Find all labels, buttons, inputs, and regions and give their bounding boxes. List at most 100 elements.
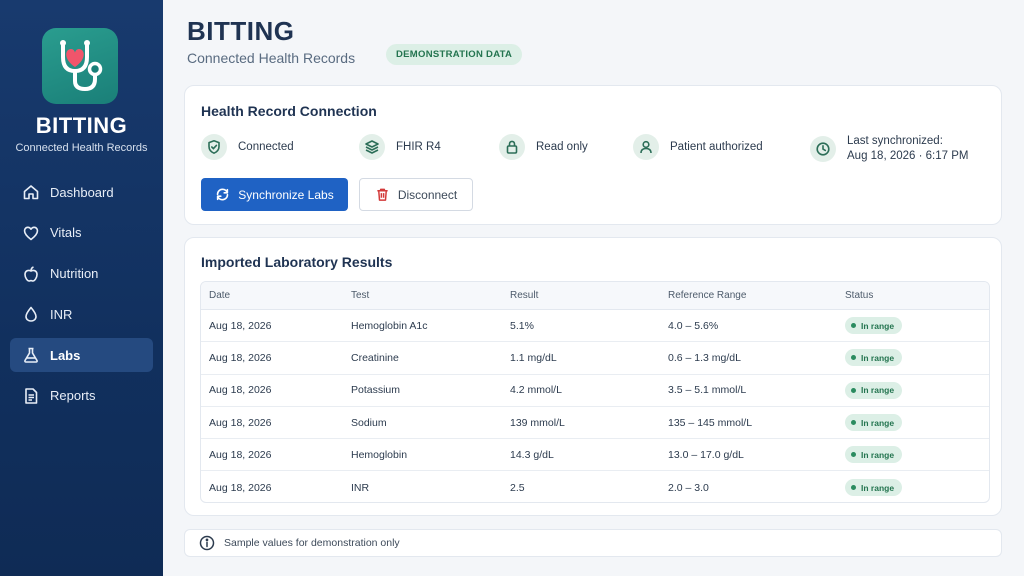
lock-icon: [499, 134, 525, 160]
status-read-only: Read only: [499, 134, 588, 160]
cell-date: Aug 18, 2026: [209, 448, 272, 461]
apple-icon: [22, 265, 40, 283]
cell-reference-range: 13.0 – 17.0 g/dL: [668, 448, 744, 461]
column-header-reference-range: Reference Range: [668, 290, 747, 301]
table-row: Aug 18, 2026 Creatinine 1.1 mg/dL 0.6 – …: [201, 342, 989, 375]
table-row: Aug 18, 2026 Sodium 139 mmol/L 135 – 145…: [201, 407, 989, 440]
status-fhir: FHIR R4: [359, 134, 441, 160]
status-badge: In range: [845, 414, 903, 432]
page-title: BITTING: [187, 16, 295, 46]
cell-result: 4.2 mmol/L: [510, 384, 562, 397]
connection-card-title: Health Record Connection: [201, 103, 377, 119]
sidebar-item-label: Vitals: [50, 225, 82, 241]
brand-name: BITTING: [35, 113, 128, 138]
sidebar-item-label: INR: [50, 306, 73, 322]
layers-icon: [359, 134, 385, 160]
flask-icon: [22, 346, 40, 364]
disconnect-label: Disconnect: [397, 187, 458, 202]
app-logo: [42, 28, 118, 104]
refresh-icon: [217, 188, 229, 201]
cell-status: In range: [845, 407, 903, 438]
info-icon: [199, 535, 215, 551]
sidebar-item-labs[interactable]: Labs: [10, 338, 153, 373]
status-badge: In range: [845, 349, 903, 367]
status-badge-label: In range: [861, 482, 895, 493]
heart-icon: [22, 224, 40, 242]
lab-results-title: Imported Laboratory Results: [201, 254, 393, 270]
status-label: Patient authorized: [670, 141, 763, 153]
status-label: Read only: [536, 141, 588, 153]
home-icon: [22, 183, 40, 201]
sidebar: BITTING Connected Health Records Dashboa…: [0, 0, 163, 576]
sidebar-item-reports[interactable]: Reports: [10, 379, 153, 413]
table-row: Aug 18, 2026 INR 2.5 2.0 – 3.0 In range: [201, 471, 989, 502]
status-dot-icon: [851, 323, 856, 329]
status-badge-label: In range: [861, 320, 895, 331]
cell-reference-range: 0.6 – 1.3 mg/dL: [668, 351, 741, 364]
user-icon: [633, 134, 659, 160]
status-dot-icon: [851, 355, 856, 361]
cell-reference-range: 135 – 145 mmol/L: [668, 416, 753, 429]
synchronize-labs-button[interactable]: Synchronize Labs: [201, 178, 348, 211]
cell-date: Aug 18, 2026: [209, 481, 272, 494]
cell-result: 14.3 g/dL: [510, 448, 554, 461]
table-row: Aug 18, 2026 Hemoglobin 14.3 g/dL 13.0 –…: [201, 439, 989, 472]
cell-test: INR: [351, 481, 370, 494]
status-badge-label: In range: [861, 417, 895, 428]
status-dot-icon: [851, 452, 856, 458]
demo-footer-note: Sample values for demonstration only: [184, 529, 1002, 557]
cell-test: Hemoglobin: [351, 448, 408, 461]
table-row: Aug 18, 2026 Hemoglobin A1c 5.1% 4.0 – 5…: [201, 310, 989, 343]
sidebar-item-vitals[interactable]: Vitals: [10, 216, 153, 250]
status-label: Connected: [238, 141, 294, 153]
cell-status: In range: [845, 342, 903, 373]
sidebar-item-label: Reports: [50, 388, 96, 404]
cell-result: 1.1 mg/dL: [510, 351, 557, 364]
sidebar-item-nutrition[interactable]: Nutrition: [10, 257, 153, 291]
cell-status: In range: [845, 471, 903, 502]
cell-result: 139 mmol/L: [510, 416, 565, 429]
status-connected: Connected: [201, 134, 294, 160]
connection-card: Health Record Connection Connected FHIR …: [184, 85, 1002, 225]
footer-note-text: Sample values for demonstration only: [224, 537, 400, 549]
demonstration-badge: DEMONSTRATION DATA: [386, 44, 523, 65]
sidebar-item-label: Nutrition: [50, 266, 99, 282]
sidebar-item-inr[interactable]: INR: [10, 297, 153, 331]
lab-results-card: Imported Laboratory Results Date Test Re…: [184, 237, 1002, 516]
cell-reference-range: 2.0 – 3.0: [668, 481, 709, 494]
cell-test: Hemoglobin A1c: [351, 319, 428, 332]
status-badge: In range: [845, 446, 903, 464]
synchronize-labs-label: Synchronize Labs: [238, 187, 334, 202]
sidebar-item-label: Labs: [50, 347, 81, 363]
column-header-test: Test: [351, 290, 370, 301]
disconnect-button[interactable]: Disconnect: [359, 178, 473, 211]
page-subtitle: Connected Health Records: [187, 50, 356, 66]
stethoscope-heart-icon: [60, 40, 103, 92]
status-badge: In range: [845, 479, 903, 497]
status-badge-label: In range: [861, 449, 895, 460]
sidebar-item-dashboard[interactable]: Dashboard: [10, 175, 153, 209]
column-header-result: Result: [510, 290, 539, 301]
column-header-date: Date: [209, 290, 231, 301]
cell-result: 5.1%: [510, 319, 534, 332]
sidebar-nav: Dashboard Vitals Nutrition INR Labs Repo…: [10, 175, 153, 420]
lab-results-table: Date Test Result Reference Range Status …: [200, 281, 990, 503]
cell-test: Creatinine: [351, 351, 399, 364]
cell-test: Sodium: [351, 416, 387, 429]
cell-reference-range: 3.5 – 5.1 mmol/L: [668, 384, 747, 397]
status-dot-icon: [851, 387, 856, 393]
status-patient-authorized: Patient authorized: [633, 134, 763, 160]
clock-icon: [810, 136, 836, 162]
status-badge-label: In range: [861, 385, 895, 396]
status-badge: In range: [845, 381, 903, 399]
cell-status: In range: [845, 310, 903, 341]
column-header-status: Status: [845, 290, 874, 301]
cell-date: Aug 18, 2026: [209, 351, 272, 364]
cell-test: Potassium: [351, 384, 401, 397]
sidebar-item-label: Dashboard: [50, 184, 114, 200]
cell-date: Aug 18, 2026: [209, 319, 272, 332]
cell-reference-range: 4.0 – 5.6%: [668, 319, 719, 332]
status-label: FHIR R4: [396, 141, 441, 153]
drop-icon: [22, 305, 40, 323]
cell-status: In range: [845, 439, 903, 470]
